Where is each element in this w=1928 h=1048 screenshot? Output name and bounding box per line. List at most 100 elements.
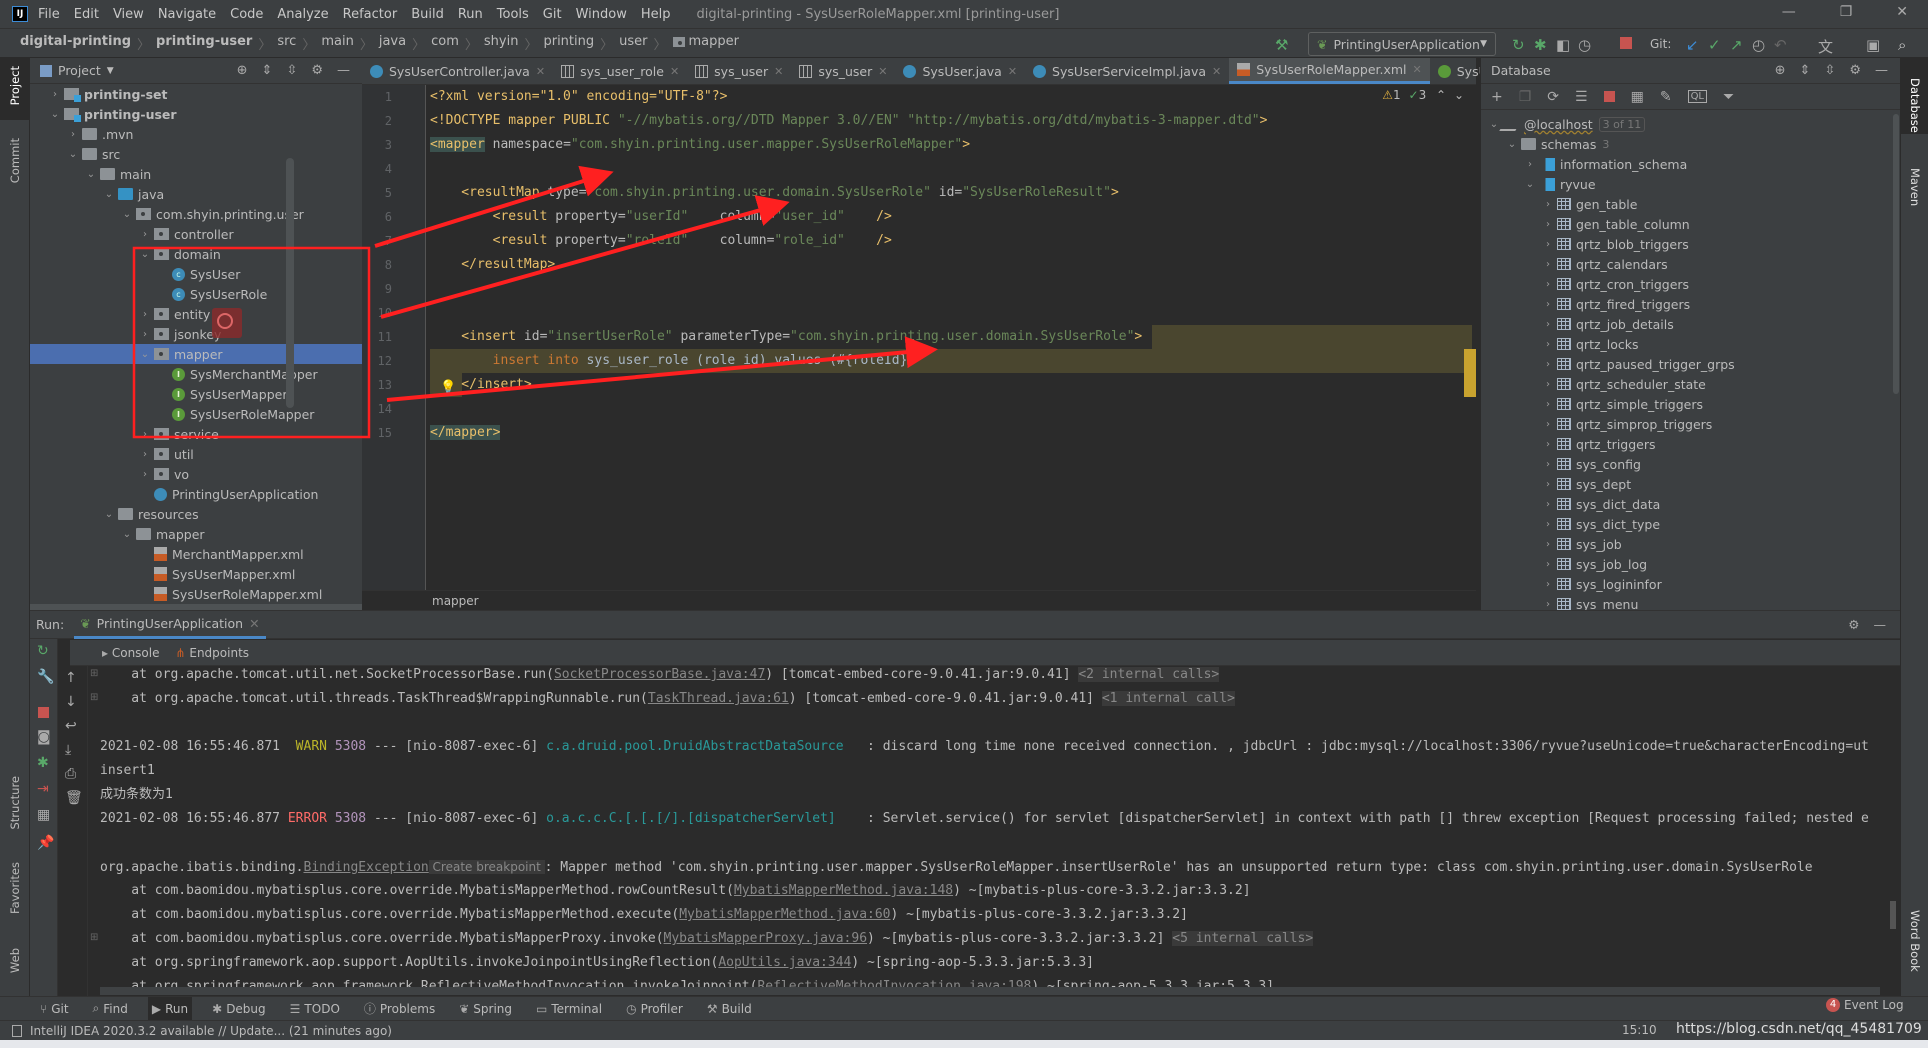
chevron-down-icon[interactable]: ⌄ <box>102 189 116 200</box>
tree-item[interactable]: c SysUserRole <box>30 284 362 304</box>
edit-icon[interactable]: ✎ <box>1660 89 1672 105</box>
menu-git[interactable]: Git <box>543 7 562 22</box>
chevron-right-icon[interactable]: › <box>1541 519 1555 530</box>
editor-tab[interactable]: sys_user_role ✕ <box>553 58 687 84</box>
close-tab-icon[interactable]: ✕ <box>1212 65 1221 78</box>
breadcrumb-item[interactable]: main <box>321 34 353 53</box>
tree-item[interactable]: › qrtz_cron_triggers <box>1481 274 1901 294</box>
tree-item[interactable]: › sys_job <box>1481 534 1901 554</box>
source-link[interactable]: MybatisMapperMethod.java:148 <box>734 883 953 898</box>
chevron-right-icon[interactable]: › <box>1541 279 1555 290</box>
code-line[interactable]: <result property="roleId" column="role_i… <box>430 229 892 253</box>
tab-endpoints[interactable]: ⋔ Endpoints <box>175 646 249 660</box>
settings-icon[interactable]: ⚙ <box>311 63 323 78</box>
run-tab-printing-user-application[interactable]: ❦ PrintingUserApplication ✕ <box>74 611 266 639</box>
code-line[interactable]: <mapper namespace="com.shyin.printing.us… <box>430 133 970 157</box>
tool-window-todo[interactable]: ☰ TODO <box>286 997 344 1021</box>
table-icon[interactable]: ▦ <box>1631 89 1644 105</box>
chevron-down-icon[interactable]: ⌄ <box>1523 179 1537 190</box>
code-line[interactable]: </resultMap> <box>430 253 555 277</box>
tree-item[interactable]: › sys_menu <box>1481 594 1901 610</box>
tree-item[interactable]: › sys_dict_type <box>1481 514 1901 534</box>
status-toggle-icon[interactable] <box>12 1024 22 1037</box>
tree-item[interactable]: › qrtz_calendars <box>1481 254 1901 274</box>
refresh-icon[interactable]: ⟳ <box>1547 89 1559 105</box>
menu-navigate[interactable]: Navigate <box>158 7 216 22</box>
wrench-icon[interactable]: 🔧 <box>37 669 54 685</box>
tree-item[interactable]: ⌄ mapper <box>30 344 362 364</box>
chevron-down-icon[interactable]: ⌄ <box>1487 119 1501 130</box>
close-button[interactable]: ✕ <box>1896 4 1908 20</box>
database-tool-button[interactable]: Database <box>1908 78 1922 133</box>
tool-window-run[interactable]: ▶ Run <box>147 996 193 1021</box>
tool-window-git[interactable]: ⑂ Git <box>36 997 73 1021</box>
close-tab-icon[interactable]: ✕ <box>774 65 783 78</box>
git-push-icon[interactable]: ↗ <box>1730 36 1743 54</box>
tool-window-terminal[interactable]: ▭ Terminal <box>532 997 606 1021</box>
tree-item[interactable]: › entity <box>30 304 362 324</box>
scroll-to-end-icon[interactable]: ⤓ <box>65 742 71 758</box>
hide-icon[interactable]: — <box>337 63 350 78</box>
tree-item[interactable]: SysUserRoleMapper.xml <box>30 584 362 604</box>
profile-icon[interactable]: ◷ <box>1578 36 1591 54</box>
project-title[interactable]: Project <box>58 63 101 78</box>
tree-item[interactable]: › gen_table <box>1481 194 1901 214</box>
menu-run[interactable]: Run <box>458 7 483 22</box>
collapse-all-icon[interactable]: ⇳ <box>286 63 297 78</box>
print-icon[interactable]: ⎙ <box>65 766 76 782</box>
tree-item[interactable]: I SysUserRoleMapper <box>30 404 362 424</box>
chevron-right-icon[interactable]: › <box>1541 479 1555 490</box>
project-scrollbar[interactable] <box>286 158 294 408</box>
favorites-tool-button[interactable]: Favorites <box>8 862 22 914</box>
git-update-icon[interactable]: ↙ <box>1686 36 1699 54</box>
tree-item[interactable]: › qrtz_triggers <box>1481 434 1901 454</box>
chevron-right-icon[interactable]: › <box>138 469 152 480</box>
fold-icon[interactable]: ⊞ <box>90 932 98 943</box>
menu-tools[interactable]: Tools <box>497 7 529 22</box>
editor-breadcrumb[interactable]: mapper <box>362 590 1476 610</box>
tree-item[interactable]: I SysMerchantMapper <box>30 364 362 384</box>
breadcrumb-item[interactable]: digital-printing <box>20 34 131 53</box>
rollback-icon[interactable]: ↶ <box>1774 36 1787 54</box>
next-highlight-icon[interactable]: ⌄ <box>1454 88 1464 102</box>
close-tab-icon[interactable]: ✕ <box>249 616 259 631</box>
stop-icon[interactable] <box>1603 91 1615 102</box>
tree-item[interactable]: › qrtz_scheduler_state <box>1481 374 1901 394</box>
console-text[interactable]: Create breakpoint <box>428 860 545 874</box>
chevron-right-icon[interactable]: › <box>1541 339 1555 350</box>
debug-icon[interactable]: ✱ <box>37 755 49 771</box>
tree-item[interactable]: › .mvn <box>30 124 362 144</box>
filter-icon[interactable]: ⏷ <box>1723 89 1734 105</box>
tree-item[interactable]: › qrtz_simprop_triggers <box>1481 414 1901 434</box>
chevron-right-icon[interactable]: › <box>1541 219 1555 230</box>
tree-item[interactable]: › printing-set <box>30 84 362 104</box>
add-icon[interactable]: + <box>1491 89 1503 105</box>
editor-tab[interactable]: SysUserController.java ✕ <box>362 58 553 84</box>
search-icon[interactable]: ⌕ <box>1898 36 1906 54</box>
console-text[interactable]: <1 internal call> <box>1101 691 1235 706</box>
menu-build[interactable]: Build <box>411 7 444 22</box>
source-link[interactable]: BindingException <box>304 860 429 875</box>
tree-item[interactable]: ⌄ src <box>30 144 362 164</box>
editor-tab[interactable]: SysUserRoleMapper.xml ✕ <box>1229 58 1430 84</box>
fold-icon[interactable]: ⊞ <box>90 668 98 679</box>
chevron-right-icon[interactable]: › <box>1541 439 1555 450</box>
tree-item[interactable]: › vo <box>30 464 362 484</box>
presentation-icon[interactable]: ▣ <box>1866 36 1880 54</box>
breadcrumb-item[interactable]: user <box>619 34 647 53</box>
console-scrollbar[interactable] <box>1890 901 1896 929</box>
minimize-button[interactable]: — <box>1782 4 1796 20</box>
menu-refactor[interactable]: Refactor <box>343 7 398 22</box>
layout-icon[interactable]: ▦ <box>37 807 50 823</box>
tree-item[interactable]: ⌄ @localhost 3 of 11 <box>1481 114 1901 134</box>
chevron-right-icon[interactable]: › <box>1541 559 1555 570</box>
tree-item[interactable]: › jsonkey <box>30 324 362 344</box>
code-line[interactable]: <result property="userId" column="user_i… <box>430 205 892 229</box>
chevron-down-icon[interactable]: ⌄ <box>120 209 134 220</box>
editor-tab[interactable]: sys_user ✕ <box>687 58 791 84</box>
database-scrollbar[interactable] <box>1893 114 1899 394</box>
code-line[interactable]: </mapper> <box>430 421 501 445</box>
tree-item[interactable]: MerchantMapper.xml <box>30 544 362 564</box>
rerun-icon[interactable]: ↻ <box>1512 36 1525 54</box>
source-link[interactable]: SocketProcessorBase.java:47 <box>554 667 765 682</box>
